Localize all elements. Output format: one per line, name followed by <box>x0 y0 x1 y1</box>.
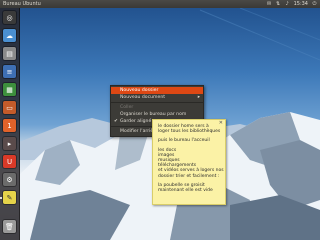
software-center-icon[interactable]: ☁ <box>3 29 16 42</box>
top-panel: Bureau Ubuntu ✉ ⇅ ♪ 15:34 ⏻ <box>0 0 320 8</box>
menu-item-label: Nouveau document <box>120 95 166 100</box>
menu-item-paste: Coller <box>111 104 203 111</box>
impress-icon[interactable]: ▭ <box>3 101 16 114</box>
writer-icon[interactable]: ≡ <box>3 65 16 78</box>
indicator-area: ✉ ⇅ ♪ 15:34 ⏻ <box>267 1 317 7</box>
power-icon[interactable]: ⏻ <box>312 1 317 7</box>
mail-icon[interactable]: ✉ <box>267 1 272 7</box>
menu-item-new-folder[interactable]: Nouveau dossier <box>111 87 203 94</box>
settings-icon[interactable]: ⚙ <box>3 173 16 186</box>
menu-separator <box>111 102 203 103</box>
close-icon[interactable]: ✕ <box>219 120 223 126</box>
ubuntu-logo-icon[interactable]: ◎ <box>3 11 16 24</box>
sticky-note[interactable]: ✕ le dossier home sers à loger tous les … <box>152 119 226 205</box>
volume-icon[interactable]: ♪ <box>285 1 290 7</box>
note-line: maintenant elle est vide <box>158 188 213 194</box>
ubuntu-one-icon[interactable]: 1 <box>3 119 16 132</box>
checkmark-icon: ✔ <box>114 119 118 124</box>
menu-item-new-document[interactable]: Nouveau document ▸ <box>111 94 203 101</box>
terminal-icon[interactable]: ▸ <box>3 137 16 150</box>
submenu-arrow-icon: ▸ <box>197 95 200 100</box>
window-title: Bureau Ubuntu <box>3 1 41 7</box>
running-indicator <box>0 197 2 199</box>
clock[interactable]: 15:34 <box>294 1 308 7</box>
files-icon[interactable]: ▤ <box>3 47 16 60</box>
menu-item-label: Organiser le bureau par nom <box>120 112 187 117</box>
calc-icon[interactable]: ▦ <box>3 83 16 96</box>
menu-item-organize-by-name[interactable]: Organiser le bureau par nom <box>111 111 203 118</box>
ubuntu-one-music-icon[interactable]: U <box>3 155 16 168</box>
launcher: ◎ ☁ ▤ ≡ ▦ ▭ 1 ▸ U ⚙ ✎ 🗑 <box>0 8 20 240</box>
menu-item-label: Nouveau dossier <box>120 88 159 93</box>
network-icon[interactable]: ⇅ <box>276 1 281 7</box>
note-line: loger tous les bibliothèques <box>158 129 221 135</box>
menu-item-label: Garder aligné <box>120 119 152 124</box>
menu-item-label: Coller <box>120 105 134 110</box>
note-line: et vidéos serves à logers nos <box>158 168 224 174</box>
sticky-notes-icon[interactable]: ✎ <box>3 191 16 204</box>
trash-icon[interactable]: 🗑 <box>3 220 16 233</box>
note-line: dossier trier et facilement : <box>158 173 220 179</box>
